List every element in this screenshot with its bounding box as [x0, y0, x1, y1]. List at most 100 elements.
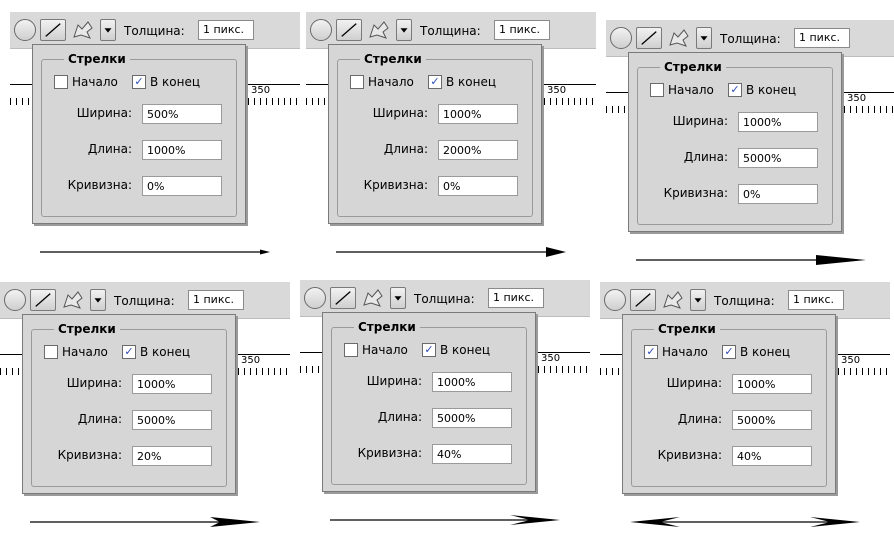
line-tool-icon[interactable]	[330, 287, 356, 309]
thickness-input[interactable]: 1 пикс.	[488, 288, 544, 308]
ellipse-tool-icon[interactable]	[604, 289, 626, 311]
width-row: Ширина: 1000%	[36, 374, 222, 394]
length-input[interactable]: 1000%	[142, 140, 222, 160]
custom-shape-icon[interactable]	[366, 19, 392, 41]
length-input[interactable]: 5000%	[432, 408, 512, 428]
length-input[interactable]: 5000%	[732, 410, 812, 430]
arrowhead-end	[546, 247, 566, 257]
curve-row: Кривизна: 0%	[342, 176, 528, 196]
ruler-number: 350	[241, 355, 261, 366]
width-input[interactable]: 1000%	[132, 374, 212, 394]
ruler: 350	[237, 354, 290, 375]
ellipse-tool-icon[interactable]	[310, 19, 332, 41]
group-title: Стрелки	[660, 60, 726, 74]
ruler: 350	[537, 352, 590, 373]
start-label: Начало	[662, 345, 708, 359]
ellipse-tool-icon[interactable]	[610, 27, 632, 49]
start-checkbox[interactable]: ✓	[644, 345, 658, 359]
ellipse-tool-icon[interactable]	[304, 287, 326, 309]
start-checkbox[interactable]	[54, 75, 68, 89]
curve-input[interactable]: 0%	[738, 184, 818, 204]
length-row: Длина: 1000%	[46, 140, 232, 160]
length-input[interactable]: 5000%	[132, 410, 212, 430]
line-tool-icon[interactable]	[336, 19, 362, 41]
custom-shape-icon[interactable]	[666, 27, 692, 49]
thickness-input[interactable]: 1 пикс.	[198, 20, 254, 40]
custom-shape-icon[interactable]	[60, 289, 86, 311]
length-row: Длина: 5000%	[336, 408, 522, 428]
dropdown-arrow-icon[interactable]	[390, 287, 406, 309]
curve-input[interactable]: 20%	[132, 446, 212, 466]
curve-label: Кривизна:	[357, 446, 422, 460]
start-checkbox[interactable]	[350, 75, 364, 89]
width-row: Ширина: 500%	[46, 104, 232, 124]
dropdown-arrow-icon[interactable]	[100, 19, 116, 41]
line-tool-icon[interactable]	[636, 27, 662, 49]
end-label: В конец	[446, 75, 497, 89]
width-row: Ширина: 1000%	[342, 104, 528, 124]
arrow-preview	[636, 255, 866, 265]
arrow-preview	[30, 517, 260, 527]
width-row: Ширина: 1000%	[642, 112, 828, 132]
arrow-preview	[330, 515, 560, 525]
dropdown-arrow-icon[interactable]	[90, 289, 106, 311]
ellipse-tool-icon[interactable]	[4, 289, 26, 311]
custom-shape-icon[interactable]	[70, 19, 96, 41]
group-title: Стрелки	[54, 322, 120, 336]
start-checkbox[interactable]	[44, 345, 58, 359]
thickness-input[interactable]: 1 пикс.	[188, 290, 244, 310]
curve-row: Кривизна: 0%	[46, 176, 232, 196]
length-label: Длина:	[87, 142, 132, 156]
arrow-preview	[40, 249, 270, 255]
length-input[interactable]: 5000%	[738, 148, 818, 168]
end-checkbox[interactable]: ✓	[422, 343, 436, 357]
end-checkbox[interactable]: ✓	[728, 83, 742, 97]
width-row: Ширина: 1000%	[336, 372, 522, 392]
width-label: Ширина:	[366, 374, 422, 388]
width-label: Ширина:	[672, 114, 728, 128]
arrowheads-group: Стрелки Начало ✓ В конец Ширина: 1000% Д…	[331, 320, 527, 485]
width-label: Ширина:	[372, 106, 428, 120]
dropdown-arrow-icon[interactable]	[690, 289, 706, 311]
end-checkbox[interactable]: ✓	[722, 345, 736, 359]
thickness-input[interactable]: 1 пикс.	[494, 20, 550, 40]
length-row: Длина: 2000%	[342, 140, 528, 160]
curve-input[interactable]: 0%	[438, 176, 518, 196]
ellipse-tool-icon[interactable]	[14, 19, 36, 41]
end-checkbox[interactable]: ✓	[428, 75, 442, 89]
length-row: Длина: 5000%	[642, 148, 828, 168]
start-checkbox[interactable]	[650, 83, 664, 97]
line-tool-icon[interactable]	[30, 289, 56, 311]
start-checkbox[interactable]	[344, 343, 358, 357]
ruler-number: 350	[847, 93, 867, 104]
dropdown-arrow-icon[interactable]	[696, 27, 712, 49]
end-label: В конец	[440, 343, 491, 357]
curve-label: Кривизна:	[663, 186, 728, 200]
width-input[interactable]: 1000%	[732, 374, 812, 394]
curve-row: Кривизна: 0%	[642, 184, 828, 204]
width-input[interactable]: 1000%	[738, 112, 818, 132]
dropdown-arrow-icon[interactable]	[396, 19, 412, 41]
curve-input[interactable]: 40%	[432, 444, 512, 464]
custom-shape-icon[interactable]	[360, 287, 386, 309]
thickness-label: Толщина:	[124, 24, 185, 38]
length-input[interactable]: 2000%	[438, 140, 518, 160]
ruler-number: 350	[841, 355, 861, 366]
width-input[interactable]: 1000%	[432, 372, 512, 392]
group-title: Стрелки	[64, 52, 130, 66]
line-tool-icon[interactable]	[40, 19, 66, 41]
curve-input[interactable]: 40%	[732, 446, 812, 466]
end-checkbox[interactable]: ✓	[132, 75, 146, 89]
length-label: Длина:	[683, 150, 728, 164]
thickness-input[interactable]: 1 пикс.	[794, 28, 850, 48]
line-tool-icon[interactable]	[630, 289, 656, 311]
length-label: Длина:	[677, 412, 722, 426]
end-checkbox[interactable]: ✓	[122, 345, 136, 359]
curve-input[interactable]: 0%	[142, 176, 222, 196]
width-input[interactable]: 1000%	[438, 104, 518, 124]
start-label: Начало	[62, 345, 108, 359]
custom-shape-icon[interactable]	[660, 289, 686, 311]
width-label: Ширина:	[666, 376, 722, 390]
thickness-input[interactable]: 1 пикс.	[788, 290, 844, 310]
width-input[interactable]: 500%	[142, 104, 222, 124]
